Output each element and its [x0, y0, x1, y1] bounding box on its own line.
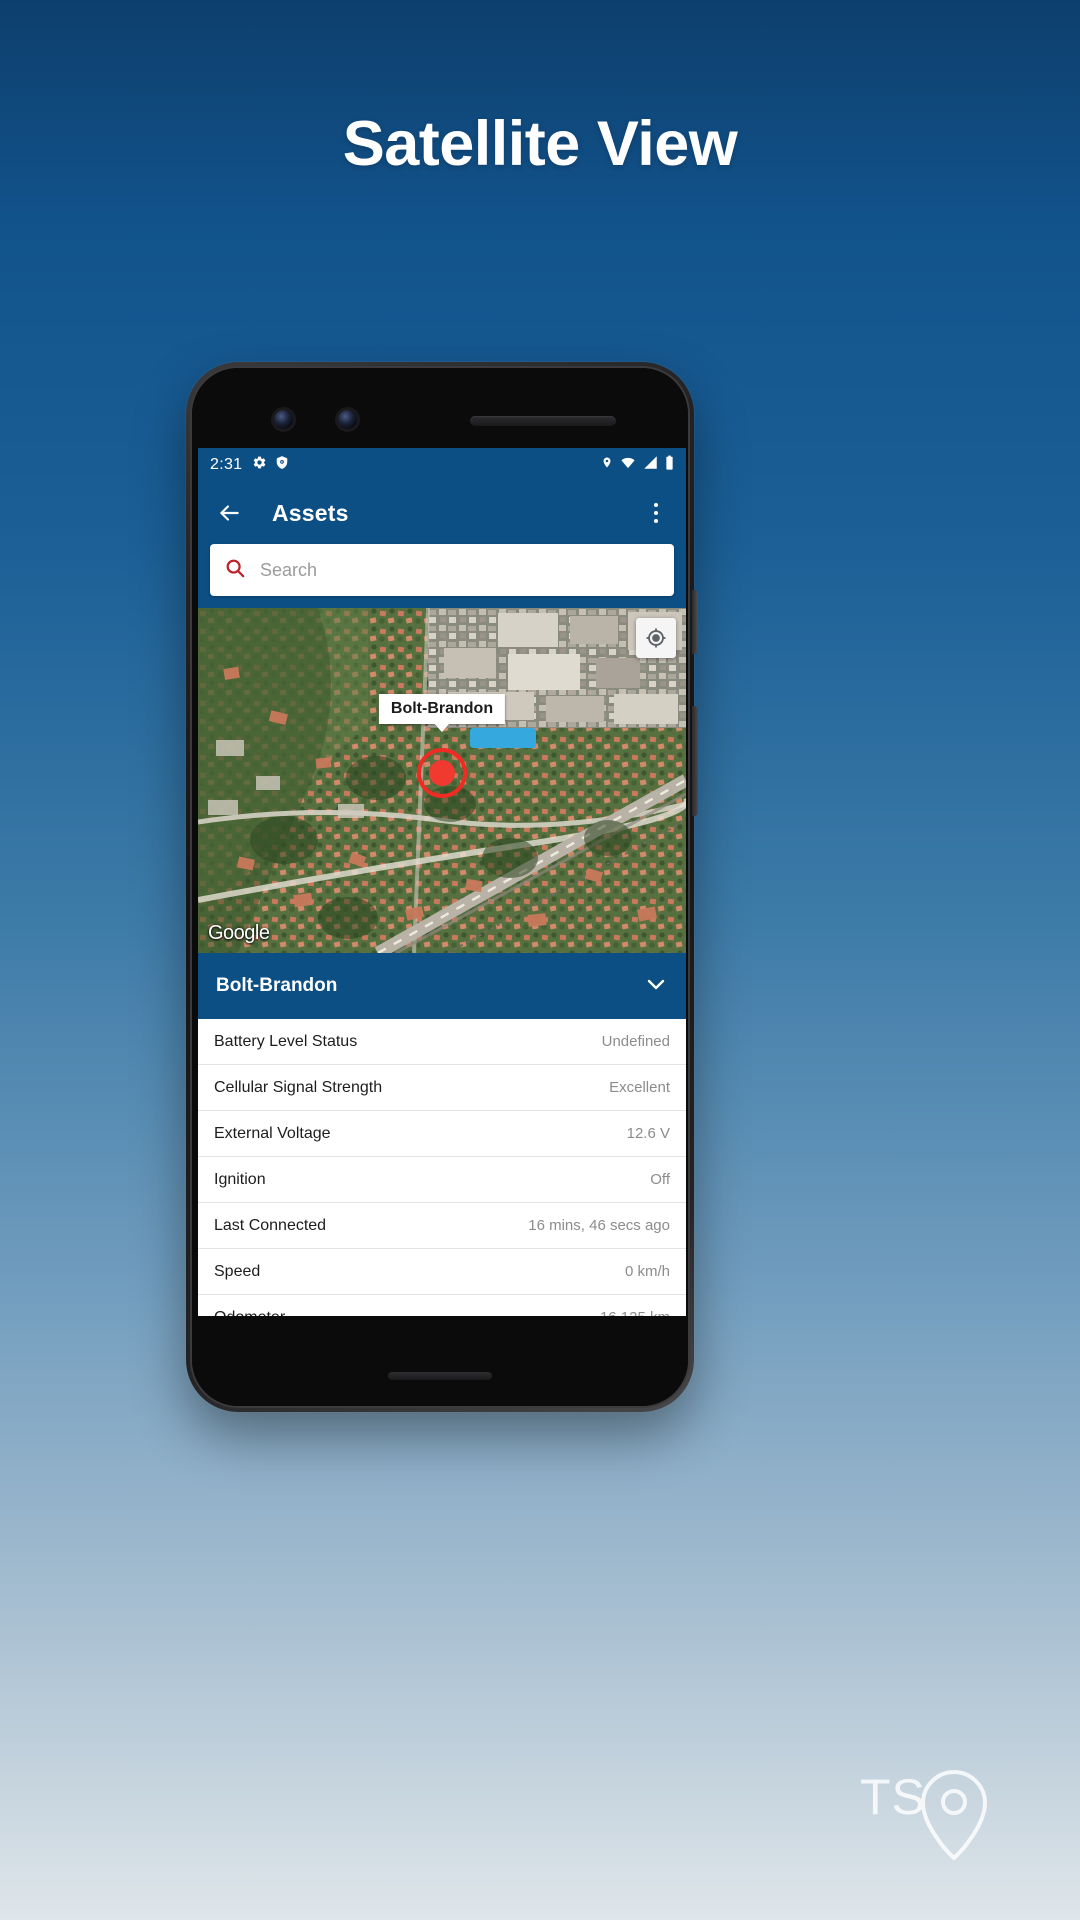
back-arrow-icon[interactable] — [214, 498, 244, 528]
row-value: 16 mins, 46 secs ago — [528, 1217, 670, 1234]
asset-detail-rows: Battery Level Status Undefined Cellular … — [198, 1019, 686, 1328]
front-camera-secondary-icon — [338, 410, 357, 429]
my-location-icon[interactable] — [636, 618, 676, 658]
row-value: 12.6 V — [626, 1125, 670, 1142]
row-label: Battery Level Status — [214, 1032, 358, 1050]
map-marker-label[interactable]: Bolt-Brandon — [378, 694, 506, 732]
search-container: Search — [198, 544, 686, 608]
row-value: 0 km/h — [624, 1263, 670, 1280]
shield-icon — [275, 455, 289, 475]
page-title: Satellite View — [342, 109, 738, 179]
location-pin-logo-icon: TS — [860, 1769, 988, 1861]
app-bar-title: Assets — [272, 499, 349, 526]
settings-gear-icon — [252, 455, 267, 475]
table-row: Cellular Signal Strength Excellent — [198, 1065, 686, 1111]
phone-screen-frame: 2:31 Assets Search Bolt-Brandon Google B… — [190, 366, 690, 1408]
volume-button[interactable] — [692, 706, 698, 816]
table-row: Last Connected 16 mins, 46 secs ago — [198, 1203, 686, 1249]
satellite-map[interactable]: Bolt-Brandon Google — [198, 608, 686, 953]
asset-detail-panel-header[interactable]: Bolt-Brandon — [198, 953, 686, 1019]
row-value: Undefined — [601, 1033, 670, 1050]
table-row: Battery Level Status Undefined — [198, 1019, 686, 1065]
app-bar: Assets — [198, 482, 686, 544]
app-screen: 2:31 Assets Search Bolt-Brandon Google B… — [198, 448, 686, 1328]
row-label: Ignition — [214, 1170, 266, 1188]
brand-watermark: TS — [858, 1752, 1006, 1862]
more-options-icon[interactable] — [642, 498, 670, 528]
table-row: External Voltage 12.6 V — [198, 1111, 686, 1157]
front-camera-icon — [274, 410, 293, 429]
row-value: Off — [650, 1171, 670, 1188]
status-bar: 2:31 — [198, 448, 686, 482]
wifi-icon — [620, 455, 636, 475]
earpiece-speaker — [470, 416, 616, 426]
phone-top-bezel — [192, 368, 688, 448]
row-value: Excellent — [609, 1079, 670, 1096]
map-marker-icon[interactable] — [417, 748, 467, 798]
search-input[interactable]: Search — [210, 544, 674, 596]
asset-name: Bolt-Brandon — [216, 975, 338, 996]
table-row: Speed 0 km/h — [198, 1249, 686, 1295]
row-label: External Voltage — [214, 1124, 331, 1142]
cellular-signal-icon — [643, 455, 658, 475]
power-button[interactable] — [692, 590, 698, 654]
status-bar-time: 2:31 — [210, 456, 243, 473]
svg-text:TS: TS — [860, 1769, 926, 1825]
chevron-down-icon[interactable] — [644, 972, 668, 1001]
table-row: Ignition Off — [198, 1157, 686, 1203]
google-watermark: Google — [208, 922, 270, 944]
bottom-speaker — [388, 1372, 492, 1380]
location-pin-icon — [601, 455, 613, 475]
row-label: Last Connected — [214, 1216, 327, 1234]
battery-icon — [665, 455, 674, 476]
phone-mockup: 2:31 Assets Search Bolt-Brandon Google B… — [186, 362, 698, 1412]
search-placeholder: Search — [260, 559, 318, 580]
search-icon — [224, 557, 246, 584]
phone-bottom-bezel — [192, 1316, 688, 1406]
row-label: Cellular Signal Strength — [214, 1078, 383, 1096]
row-label: Speed — [214, 1262, 261, 1280]
